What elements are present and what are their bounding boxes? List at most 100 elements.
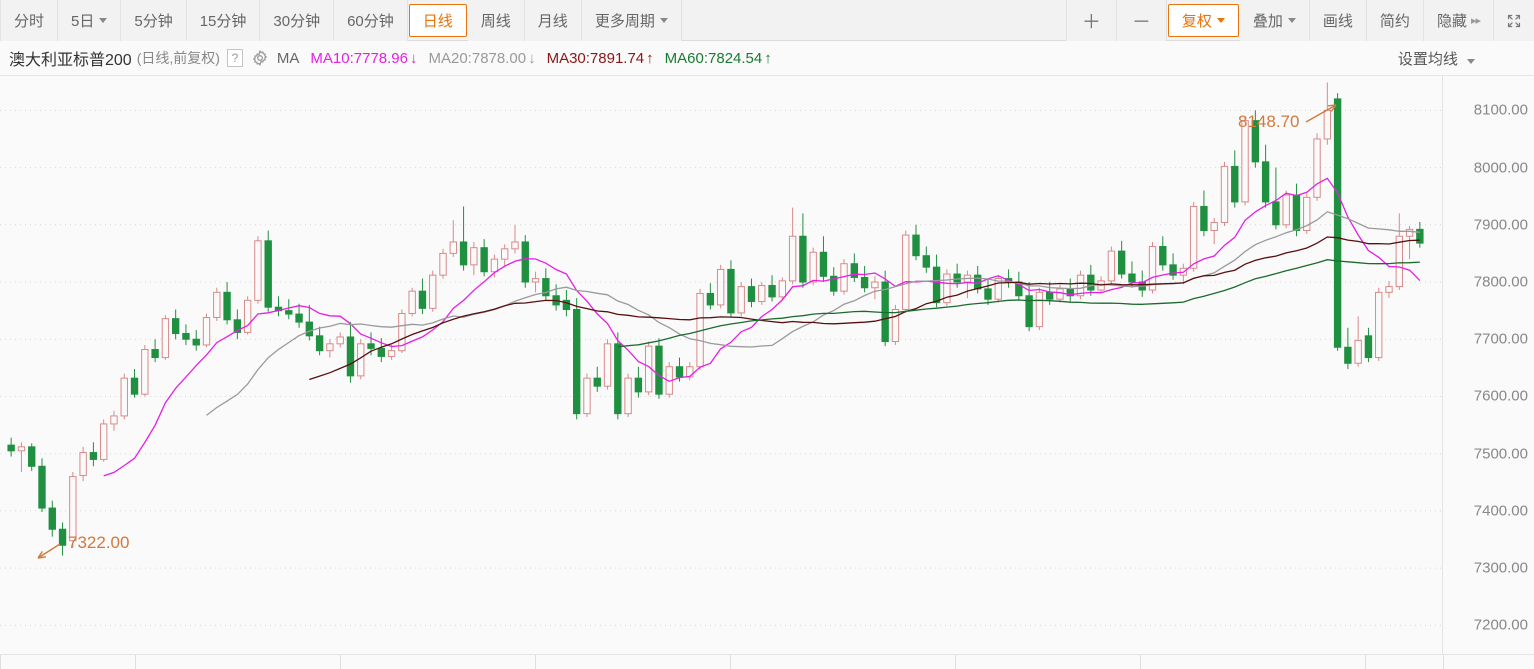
- stock-chart-app: 分时 5日 5分钟 15分钟 30分钟 60分钟 日线 周线 月线 更多周期 ＋－ 复权 叠加 画线 简约…: [0, 0, 1534, 669]
- price-axis-label: 7900.00: [1473, 216, 1528, 234]
- ma30-legend-text: MA30:7891.74: [546, 49, 645, 67]
- period-weekly-label: 周线: [480, 13, 511, 30]
- candlestick: [819, 236, 828, 283]
- candlestick: [1189, 201, 1198, 272]
- candlestick: [7, 437, 15, 457]
- period-daily[interactable]: 日线: [408, 3, 467, 37]
- candlestick: [572, 298, 581, 420]
- candlestick: [1210, 217, 1218, 245]
- candlestick: [1261, 144, 1270, 208]
- zoom-out-button[interactable]: －: [1116, 0, 1167, 41]
- period-monthly[interactable]: 月线: [524, 0, 582, 41]
- candlestick-svg: [0, 82, 1443, 626]
- simple-button[interactable]: 简约: [1366, 0, 1424, 41]
- settings-ma-button[interactable]: 设置均线: [1398, 48, 1525, 69]
- candlestick: [1076, 270, 1085, 300]
- chart-plot-area[interactable]: 8148.70 7322.00: [0, 76, 1443, 654]
- candlestick: [233, 309, 242, 340]
- candlestick: [1385, 280, 1393, 299]
- period-daily-label: 日线: [422, 12, 453, 30]
- candlestick: [315, 326, 324, 356]
- candlestick: [747, 278, 756, 308]
- ma60-legend-text: MA60:7824.54: [664, 49, 763, 67]
- ma10-legend-trend-arrow: ↓: [410, 49, 418, 67]
- fullscreen-icon[interactable]: [1494, 0, 1534, 41]
- hide-button-label: 隐藏: [1436, 13, 1467, 30]
- candlestick: [891, 304, 900, 345]
- candlestick: [511, 224, 519, 254]
- zoom-in-button[interactable]: ＋: [1065, 0, 1117, 41]
- candlestick: [614, 332, 622, 420]
- draw-button[interactable]: 画线: [1309, 0, 1367, 41]
- period-60min-label: 60分钟: [347, 13, 394, 30]
- period-button-group: 分时 5日 5分钟 15分钟 30分钟 60分钟 日线 周线 月线 更多周期: [0, 0, 682, 41]
- annotation-low-arrow: [37, 543, 61, 559]
- time-axis-tick: [340, 655, 341, 669]
- candlestick: [202, 313, 211, 348]
- candlestick: [480, 239, 488, 277]
- gear-icon[interactable]: [252, 49, 268, 67]
- candlestick: [716, 264, 725, 309]
- time-axis-tick: [535, 655, 536, 669]
- period-more[interactable]: 更多周期: [581, 0, 682, 41]
- price-axis-label: 7800.00: [1473, 273, 1528, 291]
- candlestick: [1395, 213, 1403, 291]
- candlestick: [439, 248, 447, 279]
- candlestick: [696, 288, 704, 371]
- simple-button-label: 简约: [1379, 13, 1410, 30]
- time-axis-tick: [1443, 655, 1444, 669]
- candlestick: [17, 442, 26, 473]
- candlestick: [336, 332, 344, 348]
- candlestick: [182, 324, 190, 345]
- ma20-legend-trend-arrow: ↓: [528, 49, 536, 67]
- price-axis-label: 7500.00: [1473, 445, 1528, 463]
- candlestick: [110, 410, 118, 431]
- candlestick: [264, 230, 272, 312]
- candlestick: [768, 275, 776, 302]
- candlestick: [1220, 161, 1229, 226]
- time-axis-tick: [955, 655, 956, 669]
- overlay-button-label: 叠加: [1252, 13, 1283, 30]
- period-monthly-label: 月线: [537, 13, 568, 30]
- period-5min[interactable]: 5分钟: [121, 0, 187, 41]
- candlestick: [1303, 193, 1311, 234]
- candlestick: [1087, 264, 1095, 296]
- annotation-high: 8148.70: [1238, 112, 1300, 131]
- period-60min[interactable]: 60分钟: [334, 0, 408, 41]
- candlestick: [305, 304, 314, 341]
- candlestick: [501, 244, 509, 268]
- candlestick: [727, 260, 735, 318]
- candlestick: [1375, 287, 1383, 361]
- candlestick: [912, 224, 920, 261]
- candlestick: [141, 344, 149, 397]
- candlestick: [943, 269, 951, 307]
- candlestick: [1231, 150, 1239, 208]
- period-intraday[interactable]: 分时: [0, 0, 59, 41]
- time-axis-tick: [1365, 655, 1366, 669]
- candlestick: [1117, 240, 1126, 279]
- help-icon[interactable]: ?: [226, 49, 243, 67]
- period-30min[interactable]: 30分钟: [260, 0, 335, 41]
- time-axis-tick: [135, 655, 136, 669]
- overlay-button[interactable]: 叠加: [1239, 0, 1310, 41]
- price-axis[interactable]: 8100.00 8000.00 7900.00 7800.00 7700.00 7600.…: [1443, 76, 1534, 654]
- price-axis-label: 7600.00: [1473, 387, 1528, 405]
- adjust-button[interactable]: 复权: [1167, 3, 1239, 37]
- time-axis[interactable]: [0, 654, 1534, 669]
- tool-button-group: ＋－ 复权 叠加 画线 简约 隐藏 ▸▸: [1065, 0, 1534, 41]
- candlestick: [326, 339, 334, 358]
- candlestick: [1107, 246, 1116, 285]
- adjust-button-label: 复权: [1181, 12, 1212, 30]
- candlestick: [593, 366, 601, 392]
- time-axis-tick: [730, 655, 731, 669]
- hide-button[interactable]: 隐藏 ▸▸: [1423, 0, 1494, 41]
- period-weekly[interactable]: 周线: [467, 0, 525, 41]
- candlestick: [89, 442, 98, 467]
- candlestick: [1148, 241, 1157, 294]
- period-5day[interactable]: 5日: [58, 0, 122, 41]
- period-15min[interactable]: 15分钟: [186, 0, 261, 41]
- candlestick: [1066, 278, 1074, 302]
- chevron-down-icon: [1467, 58, 1475, 64]
- candlestick: [542, 268, 550, 301]
- period-intraday-label: 分时: [14, 13, 45, 30]
